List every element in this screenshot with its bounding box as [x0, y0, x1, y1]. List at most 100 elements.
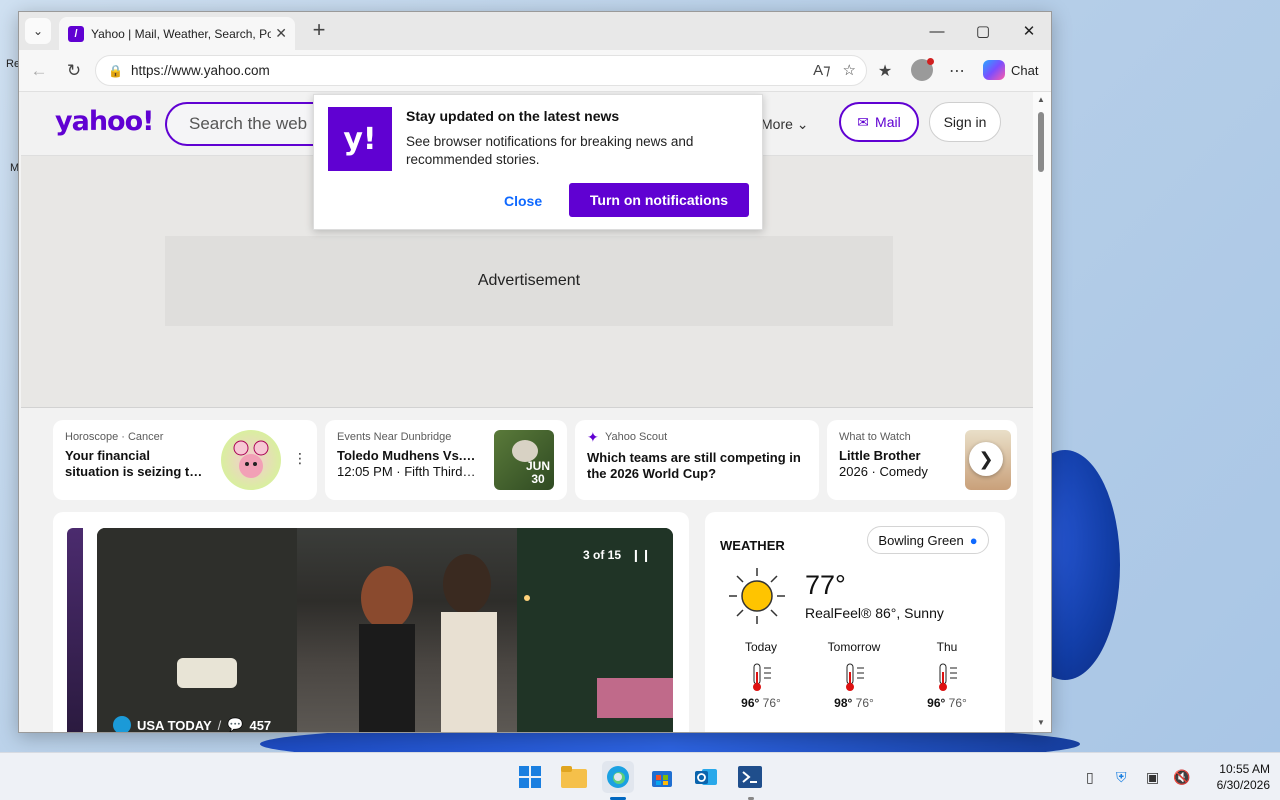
- trending-cards: Horoscope · Cancer Your financial situat…: [21, 420, 1033, 500]
- gallery-source: USA TODAY / 💬 457: [113, 716, 271, 732]
- volume-muted-icon[interactable]: 🔇: [1173, 769, 1190, 786]
- vertical-scrollbar[interactable]: ▲ ▼: [1033, 92, 1051, 732]
- chevron-right-icon: ❯: [978, 448, 994, 469]
- usa-today-logo-icon: [113, 716, 131, 732]
- realfeel-text: RealFeel® 86°, Sunny: [805, 605, 944, 621]
- turn-on-notifications-button[interactable]: Turn on notifications: [569, 183, 749, 217]
- show-title: Little Brother: [839, 448, 921, 463]
- address-bar[interactable]: 🔒 https://www.yahoo.com A⁊ ☆: [95, 55, 867, 86]
- edge-button[interactable]: [602, 761, 634, 793]
- forecast-low: 76°: [762, 696, 781, 710]
- network-icon[interactable]: ▣: [1146, 769, 1159, 786]
- copilot-chat-button[interactable]: Chat: [977, 55, 1045, 85]
- main-content-row: 3 of 15 ❙❙ USA TODAY / 💬 457 WEATHER Bow…: [21, 512, 1033, 732]
- gallery-counter: 3 of 15: [582, 548, 621, 562]
- system-clock[interactable]: 10:55 AM 6/30/2026: [1200, 761, 1270, 793]
- star-icon[interactable]: ☆: [843, 61, 856, 79]
- close-tab-icon[interactable]: ✕: [275, 25, 287, 42]
- page-content: yahoo! Search the web More ⌄ ✉ Mail Sign…: [21, 92, 1033, 732]
- close-window-button[interactable]: ✕: [1006, 12, 1051, 50]
- read-aloud-icon[interactable]: A⁊: [813, 61, 830, 79]
- comment-count: 457: [249, 717, 272, 733]
- tab-actions-button[interactable]: ⌄: [25, 18, 51, 44]
- file-explorer-button[interactable]: [558, 761, 590, 793]
- advertisement-box[interactable]: Advertisement: [165, 236, 893, 326]
- forecast-high: 96°: [741, 696, 760, 710]
- forecast-range: 98° 76°: [819, 696, 889, 710]
- folder-icon: [561, 766, 587, 788]
- yahoo-logo-icon: y!: [328, 107, 392, 171]
- forecast-range: 96° 76°: [912, 696, 982, 710]
- card-kicker: What to Watch: [839, 431, 911, 443]
- back-button[interactable]: ←: [27, 59, 51, 83]
- source-name: USA TODAY: [137, 717, 212, 733]
- yahoo-logo[interactable]: yahoo!: [55, 106, 154, 137]
- thermometer-icon: [753, 663, 771, 691]
- search-input[interactable]: Search the web: [165, 102, 335, 146]
- url-text: https://www.yahoo.com: [130, 63, 270, 78]
- refresh-icon: ↻: [66, 61, 82, 80]
- yahoo-scout-icon: ✦: [587, 429, 599, 445]
- scroll-down-icon[interactable]: ▼: [1037, 718, 1045, 727]
- event-subtitle: 12:05 PM · Fifth Third…: [337, 464, 476, 479]
- mail-label: Mail: [875, 114, 901, 130]
- forecast-low: 76°: [948, 696, 967, 710]
- close-notification-button[interactable]: Close: [504, 193, 542, 209]
- weather-widget: WEATHER Bowling Green ● 77° RealFeel® 86…: [705, 512, 1005, 732]
- card-horoscope[interactable]: Horoscope · Cancer Your financial situat…: [53, 420, 317, 500]
- outlook-button[interactable]: [690, 761, 722, 793]
- event-thumbnail: JUN 30: [494, 430, 554, 490]
- forecast-day: Tomorrow: [827, 640, 881, 654]
- security-shield-icon[interactable]: ⛨: [1116, 769, 1127, 786]
- card-options-icon[interactable]: ⋮: [293, 450, 307, 467]
- notification-body: See browser notifications for breaking n…: [406, 134, 694, 167]
- gallery-photo[interactable]: 3 of 15 ❙❙ USA TODAY / 💬 457: [97, 528, 673, 732]
- forecast-high: 96°: [927, 696, 946, 710]
- source-separator: /: [217, 717, 222, 733]
- favorites-icon[interactable]: ★: [873, 59, 897, 83]
- chat-label: Chat: [1011, 62, 1039, 78]
- mail-icon: ✉: [857, 113, 870, 130]
- desktop-icons[interactable]: Re M: [0, 56, 20, 186]
- photo-gallery[interactable]: 3 of 15 ❙❙ USA TODAY / 💬 457: [53, 512, 689, 732]
- next-cards-button[interactable]: ❯: [969, 442, 1003, 476]
- more-label: More: [761, 116, 793, 132]
- start-button[interactable]: [514, 761, 546, 793]
- forecast-high: 98°: [834, 696, 853, 710]
- maximize-button[interactable]: ▢: [960, 12, 1006, 50]
- minimize-button[interactable]: —: [914, 12, 960, 50]
- clock-time: 10:55 AM: [1219, 762, 1270, 776]
- lock-icon: 🔒: [108, 63, 123, 78]
- card-kicker: Yahoo Scout: [605, 431, 668, 443]
- card-yahoo-scout[interactable]: Yahoo Scout ✦ Which teams are still comp…: [575, 420, 819, 500]
- refresh-button[interactable]: ↻: [62, 59, 86, 83]
- forecast-range: 96° 76°: [726, 696, 796, 710]
- scroll-thumb[interactable]: [1038, 112, 1044, 172]
- new-tab-button[interactable]: +: [307, 19, 331, 43]
- cancer-horoscope-icon: [221, 430, 281, 490]
- scroll-up-icon[interactable]: ▲: [1037, 95, 1045, 104]
- card-kicker: Events Near Dunbridge: [337, 431, 452, 443]
- notification-prompt: y! Stay updated on the latest news See b…: [313, 94, 763, 230]
- store-button[interactable]: [646, 761, 678, 793]
- yahoo-favicon-icon: /: [68, 25, 84, 42]
- card-events[interactable]: Events Near Dunbridge Toledo Mudhens Vs.…: [325, 420, 567, 500]
- pause-icon[interactable]: ❙❙: [631, 548, 651, 562]
- usb-icon[interactable]: ▯: [1086, 769, 1094, 786]
- previous-slide-peek[interactable]: [67, 528, 83, 732]
- taskbar: ▯ ⛨ ▣ 🔇 10:55 AM 6/30/2026: [0, 752, 1280, 800]
- tab-yahoo[interactable]: / Yahoo | Mail, Weather, Search, Politic…: [59, 17, 295, 50]
- more-icon[interactable]: ⋯: [945, 59, 969, 83]
- location-pin-icon: ●: [969, 532, 978, 548]
- comment-icon: 💬: [227, 717, 244, 732]
- weather-location-button[interactable]: Bowling Green ●: [867, 526, 989, 554]
- forecast-low: 76°: [855, 696, 874, 710]
- current-temperature: 77°: [805, 570, 846, 600]
- mail-button[interactable]: ✉ Mail: [839, 102, 919, 142]
- forecast-day: Today: [744, 640, 778, 654]
- event-day: 30: [531, 472, 545, 486]
- sign-in-button[interactable]: Sign in: [929, 102, 1001, 142]
- terminal-button[interactable]: [734, 761, 766, 793]
- sunny-icon: [729, 568, 785, 624]
- more-menu[interactable]: More ⌄: [761, 116, 809, 133]
